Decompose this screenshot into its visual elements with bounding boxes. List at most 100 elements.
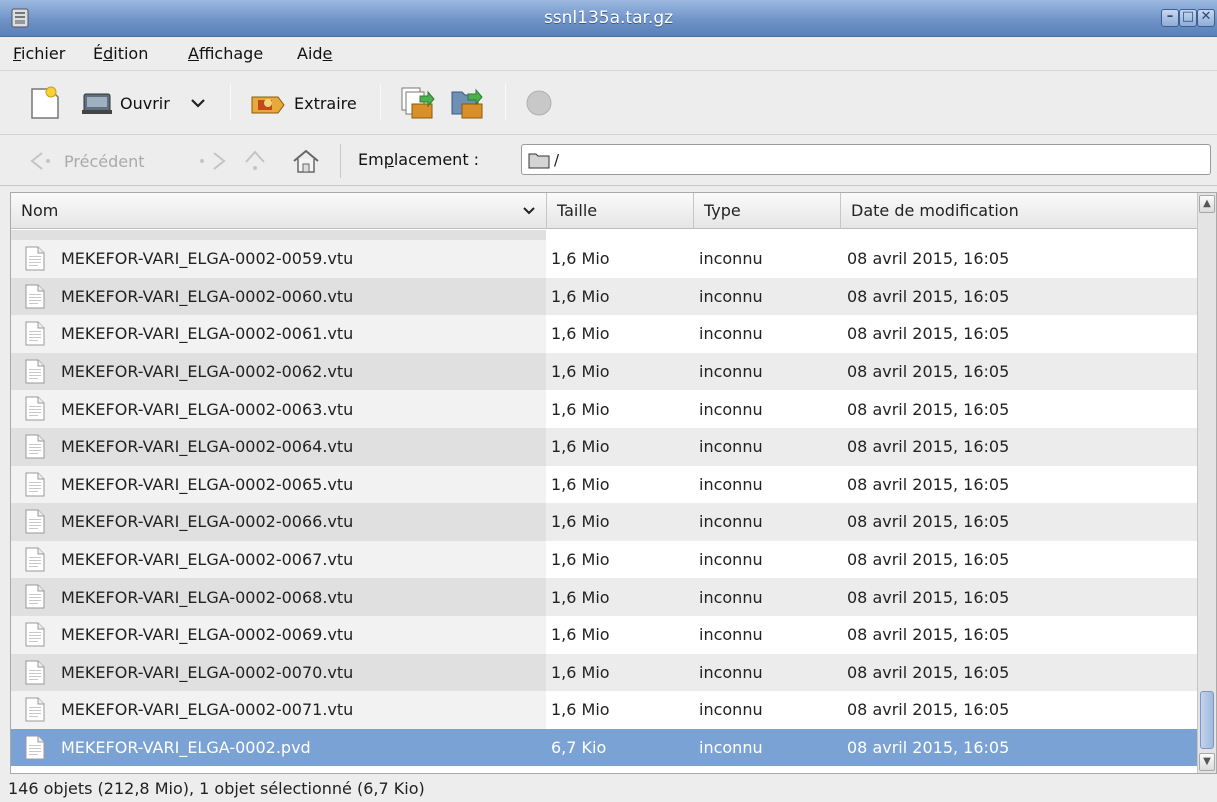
menu-edition[interactable]: Édition [93,44,148,63]
file-size: 1,6 Mio [551,399,610,419]
open-button[interactable]: Ouvrir [80,81,170,125]
column-header-type[interactable]: Type [693,193,840,229]
table-row-partial[interactable] [11,230,1197,240]
table-row[interactable]: MEKEFOR-VARI_ELGA-0002-0060.vtu 1,6 Mio in… [11,277,1197,316]
file-type: inconnu [699,437,763,457]
file-type: inconnu [699,474,763,494]
file-size: 1,6 Mio [551,700,610,720]
list-header: Nom Taille Type Date de modification [11,193,1197,229]
forward-arrow-icon [200,152,226,170]
file-size: 1,6 Mio [551,625,610,645]
menu-affichage[interactable]: Affichage [188,44,263,63]
file-type: inconnu [699,738,763,758]
file-name: MEKEFOR-VARI_ELGA-0002-0068.vtu [61,587,354,607]
add-folder-button[interactable] [448,81,488,125]
back-label: Précédent [64,151,145,171]
vertical-scrollbar[interactable]: ▲ ▼ [1197,193,1216,773]
home-button[interactable] [290,146,322,180]
file-icon [25,622,45,647]
location-bar: Précédent Emplacement : / [0,136,1217,186]
open-label: Ouvrir [120,93,170,113]
file-type: inconnu [699,362,763,382]
minimize-button[interactable]: – [1161,9,1179,27]
table-row[interactable]: MEKEFOR-VARI_ELGA-0002-0066.vtu 1,6 Mio in… [11,503,1197,541]
scrollbar-thumb[interactable] [1200,691,1214,749]
file-icon [25,321,45,346]
file-size: 1,6 Mio [551,362,610,382]
file-name: MEKEFOR-VARI_ELGA-0002.pvd [61,738,311,758]
menu-aide[interactable]: Aide [297,44,332,63]
file-icon [25,547,45,572]
file-date: 08 avril 2015, 16:05 [847,399,1010,419]
back-button[interactable]: Précédent [28,150,145,172]
scroll-down-button[interactable]: ▼ [1199,753,1215,771]
table-row[interactable]: MEKEFOR-VARI_ELGA-0002-0064.vtu 1,6 Mio in… [11,427,1197,466]
file-date: 08 avril 2015, 16:05 [847,362,1010,382]
up-arrow-icon [245,150,265,170]
open-dropdown-button[interactable] [188,81,208,125]
table-row[interactable]: MEKEFOR-VARI_ELGA-0002-0063.vtu 1,6 Mio in… [11,390,1197,428]
new-archive-icon [31,86,59,119]
row-container: MEKEFOR-VARI_ELGA-0002-0059.vtu 1,6 Mio in… [11,240,1197,767]
table-row[interactable]: MEKEFOR-VARI_ELGA-0002-0059.vtu 1,6 Mio in… [11,240,1197,278]
table-row[interactable]: MEKEFOR-VARI_ELGA-0002-0070.vtu 1,6 Mio in… [11,653,1197,692]
stop-button[interactable] [522,81,556,125]
location-label-text: Em [358,150,384,169]
table-row[interactable]: MEKEFOR-VARI_ELGA-0002-0061.vtu 1,6 Mio in… [11,315,1197,353]
file-size: 6,7 Kio [551,738,607,758]
close-icon: ✕ [1200,9,1212,24]
file-date: 08 avril 2015, 16:05 [847,625,1010,645]
table-row[interactable]: MEKEFOR-VARI_ELGA-0002-0069.vtu 1,6 Mio in… [11,615,1197,654]
up-button[interactable] [240,146,270,180]
location-input[interactable]: / [521,144,1211,175]
file-icon [25,246,45,271]
menu-label: ition [113,44,149,63]
close-button[interactable]: ✕ [1197,9,1215,27]
column-header-date[interactable]: Date de modification [840,193,1197,229]
file-date: 08 avril 2015, 16:05 [847,587,1010,607]
open-icon [82,93,112,114]
new-archive-button[interactable] [26,81,64,125]
forward-button[interactable] [192,150,230,176]
folder-icon [528,153,550,168]
maximize-button[interactable]: □ [1179,9,1197,27]
menu-label: ffichage [198,44,264,63]
menu-mnemonic: F [13,44,22,63]
file-date: 08 avril 2015, 16:05 [847,437,1010,457]
name-column-bg [11,230,546,240]
toolbar-separator [230,84,231,120]
column-header-name[interactable]: Nom [11,193,546,229]
location-label-mnemonic: p [383,150,394,169]
table-row[interactable]: MEKEFOR-VARI_ELGA-0002-0062.vtu 1,6 Mio in… [11,352,1197,391]
toolbar-separator [505,84,506,120]
file-name: MEKEFOR-VARI_ELGA-0002-0061.vtu [61,324,354,344]
file-list: Nom Taille Type Date de modification MEK… [10,192,1217,774]
table-row[interactable]: MEKEFOR-VARI_ELGA-0002-0068.vtu 1,6 Mio in… [11,578,1197,616]
file-date: 08 avril 2015, 16:05 [847,550,1010,570]
file-icon [25,359,45,384]
menu-mnemonic: e [322,44,333,63]
menu-mnemonic: A [188,44,199,63]
file-name: MEKEFOR-VARI_ELGA-0002-0065.vtu [61,474,354,494]
table-row[interactable]: MEKEFOR-VARI_ELGA-0002.pvd 6,7 Kio inconnu… [11,728,1197,767]
table-row[interactable]: MEKEFOR-VARI_ELGA-0002-0071.vtu 1,6 Mio in… [11,691,1197,729]
scroll-up-button[interactable]: ▲ [1199,195,1215,213]
toolbar-separator [380,84,381,120]
table-row[interactable]: MEKEFOR-VARI_ELGA-0002-0067.vtu 1,6 Mio in… [11,540,1197,579]
add-files-button[interactable] [398,81,438,125]
home-icon [293,149,319,173]
scroll-down-icon: ▼ [1203,756,1211,767]
extract-button[interactable]: Extraire [248,81,357,125]
stop-icon [526,90,552,116]
table-row[interactable]: MEKEFOR-VARI_ELGA-0002-0065.vtu 1,6 Mio in… [11,465,1197,504]
file-date: 08 avril 2015, 16:05 [847,286,1010,306]
column-header-size[interactable]: Taille [546,193,693,229]
file-date: 08 avril 2015, 16:05 [847,512,1010,532]
menu-fichier[interactable]: Fichier [13,44,65,63]
add-files-icon [401,87,435,119]
file-name: MEKEFOR-VARI_ELGA-0002-0067.vtu [61,550,354,570]
file-icon [25,396,45,421]
location-label-text: lacement : [393,150,480,169]
menu-mnemonic: d [103,44,114,63]
file-type: inconnu [699,324,763,344]
